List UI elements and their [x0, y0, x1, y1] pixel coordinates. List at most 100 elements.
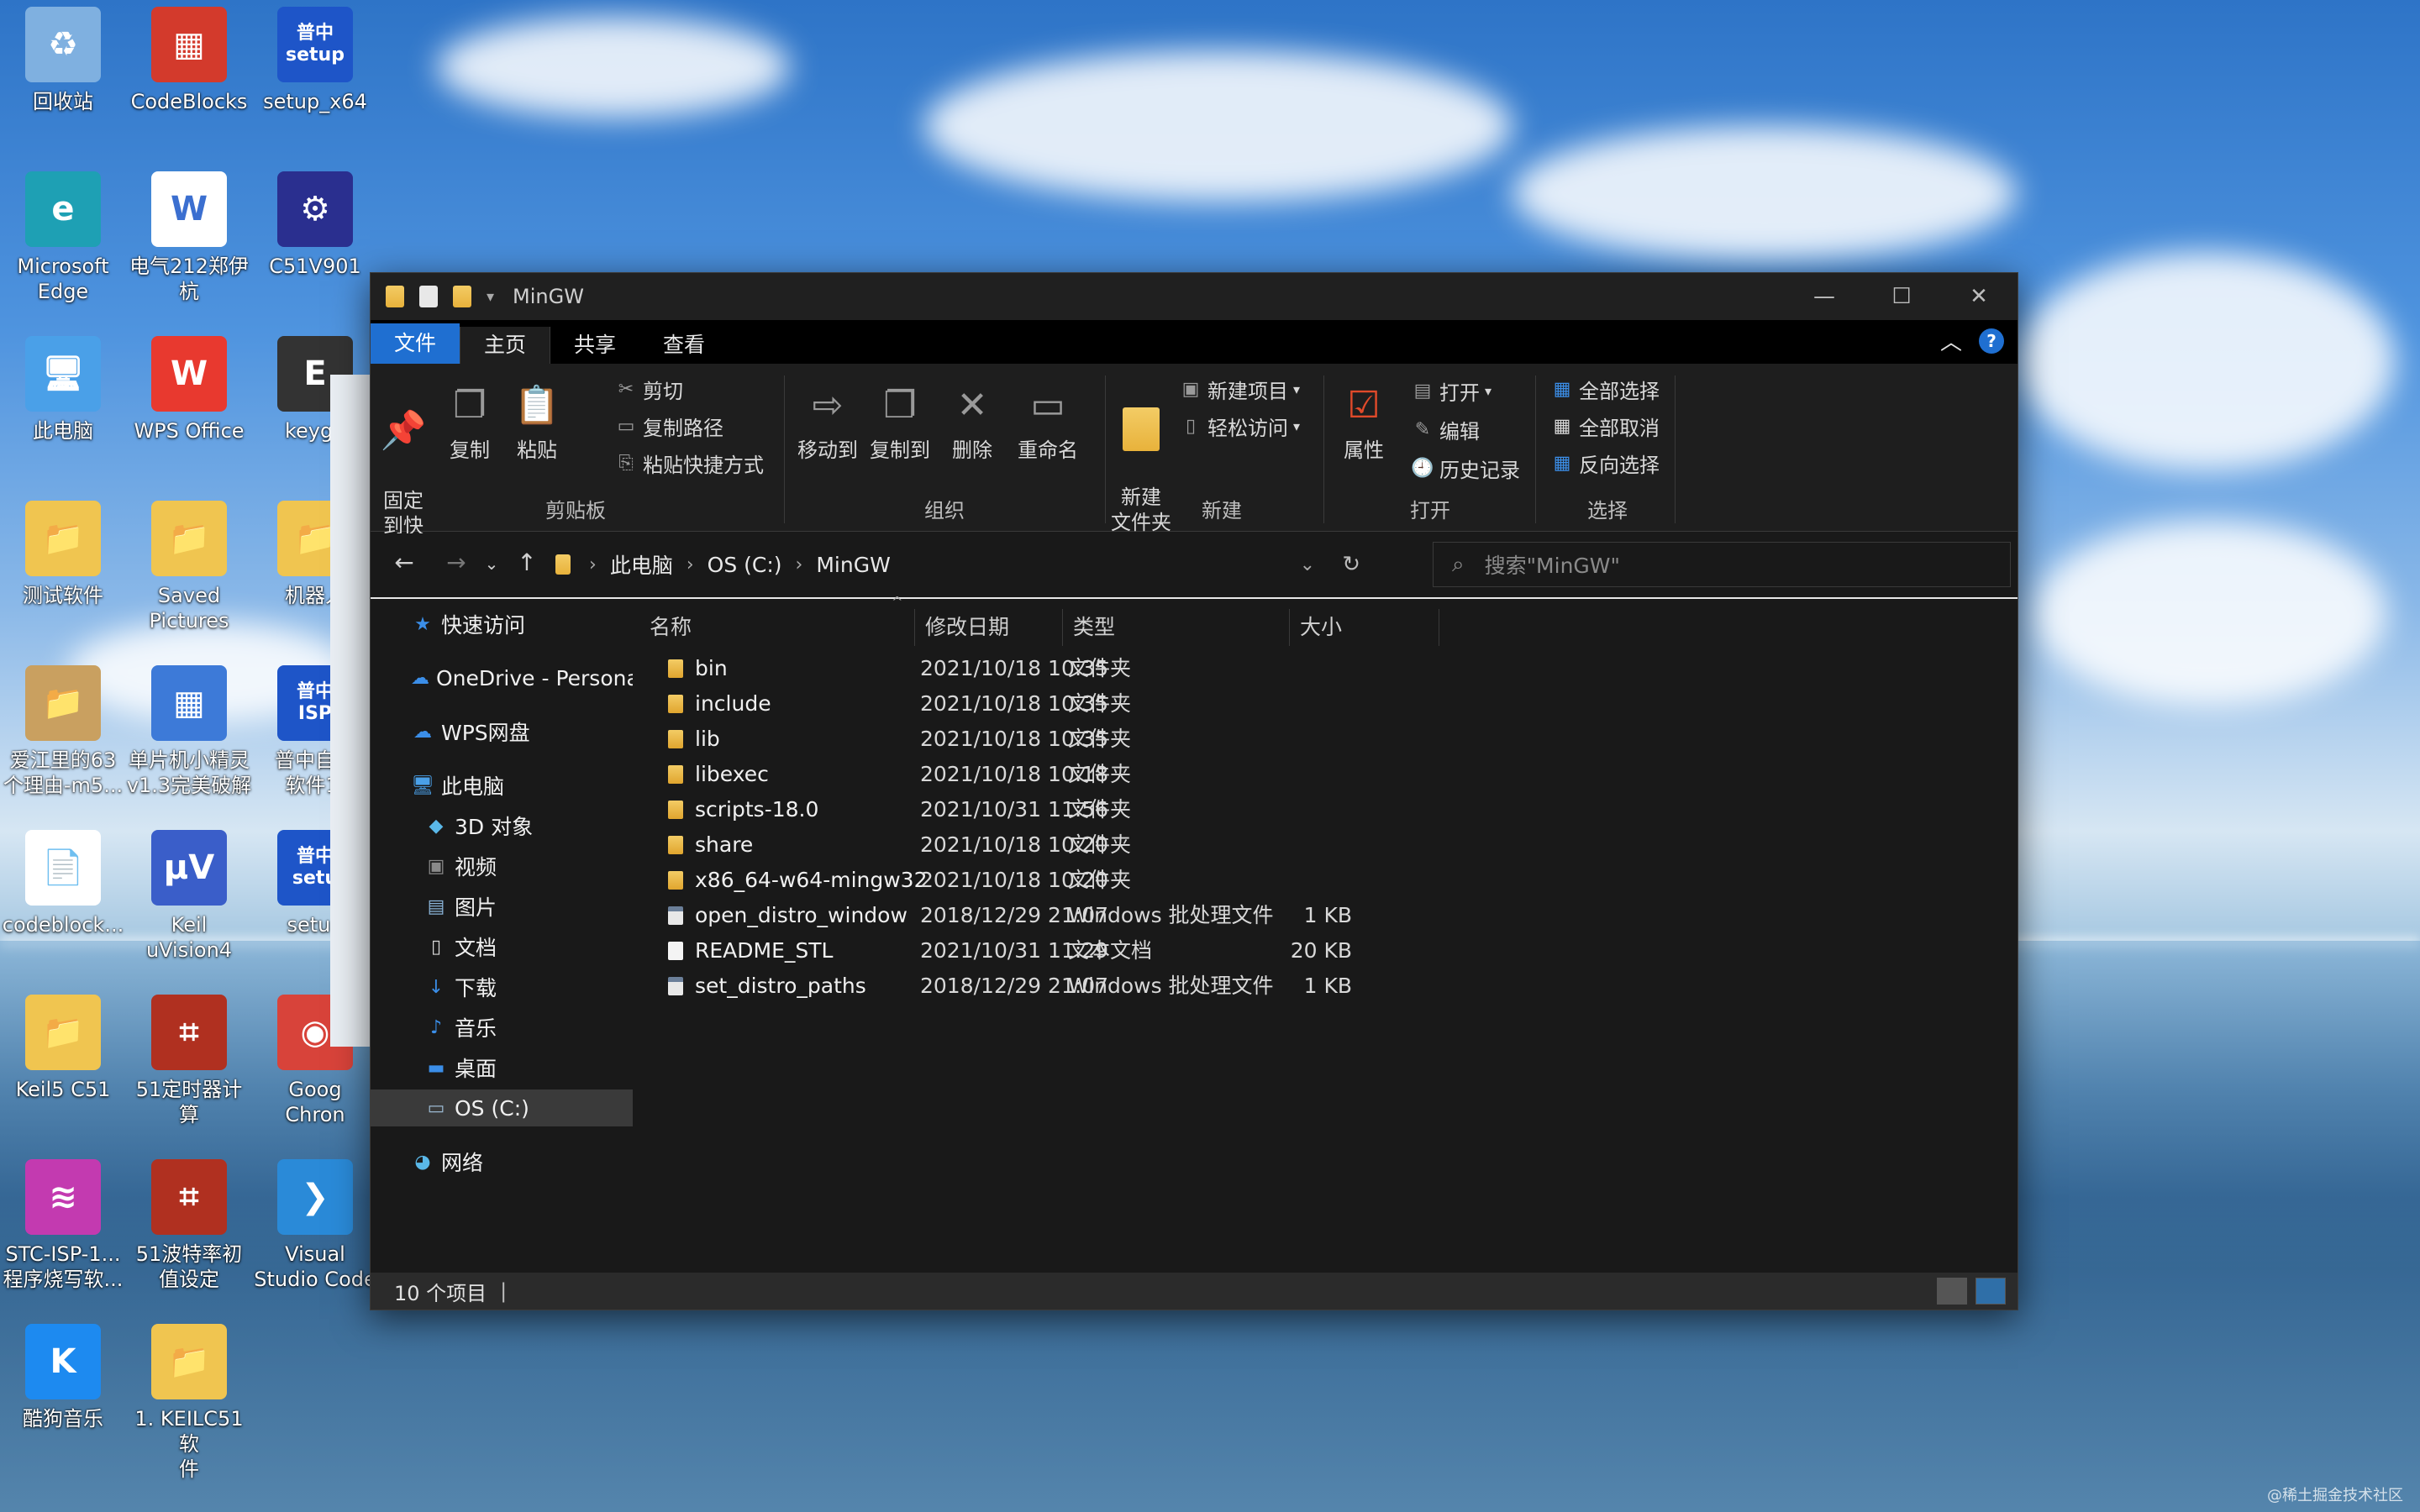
column-header-type[interactable]: 类型 — [1063, 609, 1290, 646]
file-row[interactable]: share 2021/10/18 10:20 文件夹 — [663, 827, 1839, 863]
forward-arrow-icon[interactable]: → — [439, 549, 473, 576]
desktop-icon[interactable]: K 酷狗音乐 — [0, 1324, 126, 1483]
rename-button[interactable]: ▭ 重命名 — [1014, 374, 1081, 463]
file-row[interactable]: x86_64-w64-mingw32 2021/10/18 10:20 文件夹 — [663, 863, 1839, 898]
refresh-icon[interactable]: ↻ — [1342, 552, 1360, 577]
tab-home[interactable]: 主页 — [460, 327, 551, 364]
open-button[interactable]: ▤ 打开 ▾ — [1411, 374, 1491, 407]
move-to-button[interactable]: ⇨ 移动到 — [796, 374, 860, 463]
desktop-icon[interactable]: e Microsoft Edge — [0, 171, 126, 331]
file-row[interactable]: include 2021/10/18 10:35 文件夹 — [663, 686, 1839, 722]
tab-share[interactable]: 共享 — [550, 327, 639, 364]
desktop-icon[interactable]: μV Keil uVision4 — [126, 830, 252, 990]
customize-toolbar-icon[interactable]: ▾ — [487, 288, 494, 306]
title-bar[interactable]: ▾ MinGW — ☐ ✕ — [371, 273, 2018, 320]
help-icon[interactable]: ? — [1979, 328, 2004, 354]
paste-button[interactable]: 📋 粘贴 — [512, 374, 562, 463]
desktop-icon[interactable]: ♻ 回收站 — [0, 7, 126, 166]
back-arrow-icon[interactable]: ← — [387, 549, 421, 576]
paste-shortcut-button[interactable]: ⎘ 粘贴快捷方式 — [614, 446, 764, 480]
column-header-size[interactable]: 大小 — [1290, 609, 1439, 646]
select-none-button[interactable]: ▦ 全部取消 — [1550, 409, 1660, 443]
chevron-right-icon[interactable]: › — [796, 554, 803, 575]
desktop-icon[interactable]: 🖥 此电脑 — [0, 336, 126, 496]
file-row[interactable]: set_distro_paths 2018/12/29 21:07 Windows … — [663, 969, 1839, 1004]
nav-item[interactable]: ♪ 音乐 — [371, 1009, 633, 1046]
file-row[interactable]: lib 2021/10/18 10:35 文件夹 — [663, 722, 1839, 757]
column-header-name[interactable]: 名称 — [639, 609, 915, 646]
nav-item[interactable]: ☁ OneDrive - Persona — [371, 659, 633, 696]
invert-selection-button[interactable]: ▦ 反向选择 — [1550, 446, 1660, 480]
desktop-icon[interactable]: 📁 Keil5 C51 — [0, 995, 126, 1154]
edit-button[interactable]: ✎ 编辑 — [1411, 412, 1480, 446]
file-row[interactable]: scripts-18.0 2021/10/31 11:56 文件夹 — [663, 792, 1839, 827]
desktop-icon[interactable]: 📁 爱江里的63 个理由-m5... — [0, 665, 126, 825]
copy-path-button[interactable]: ▭ 复制路径 — [614, 409, 723, 443]
nav-item[interactable]: ◆ 3D 对象 — [371, 807, 633, 844]
recent-locations-chevron-icon[interactable]: ⌄ — [475, 554, 508, 574]
desktop-icon[interactable]: 📁 Saved Pictures — [126, 501, 252, 660]
breadcrumb-this-pc[interactable]: 此电脑 — [610, 549, 673, 580]
properties-button[interactable]: ☑ 属性 — [1339, 374, 1389, 463]
nav-item[interactable]: ▤ 图片 — [371, 888, 633, 925]
desktop-icon[interactable]: 📁 测试软件 — [0, 501, 126, 660]
copy-button[interactable]: ❐ 复制 — [445, 374, 495, 463]
nav-item[interactable]: ▣ 视频 — [371, 848, 633, 885]
desktop-icon[interactable]: ❯ Visual Studio Code — [252, 1159, 378, 1319]
large-icons-view-button[interactable] — [1975, 1278, 2006, 1305]
up-arrow-icon[interactable]: ↑ — [510, 549, 544, 576]
tab-view[interactable]: 查看 — [639, 327, 729, 364]
desktop-icon[interactable]: ▦ 单片机小精灵 v1.3完美破解 — [126, 665, 252, 825]
address-dropdown-chevron-icon[interactable]: ⌄ — [1300, 554, 1315, 575]
desktop-icon[interactable]: 普中 setup setup_x64 — [252, 7, 378, 166]
close-button[interactable]: ✕ — [1940, 273, 2018, 320]
delete-button[interactable]: ✕ 删除 — [947, 374, 997, 463]
nav-item[interactable]: ☁ WPS网盘 — [371, 713, 633, 750]
desktop-icon[interactable]: ▦ CodeBlocks — [126, 7, 252, 166]
nav-item[interactable]: ▯ 文档 — [371, 928, 633, 965]
select-all-button[interactable]: ▦ 全部选择 — [1550, 372, 1660, 406]
desktop-icon[interactable]: ⚙ C51V901 — [252, 171, 378, 331]
easy-access-button[interactable]: ▯ 轻松访问 ▾ — [1179, 409, 1300, 443]
copy-path-icon: ▭ — [617, 415, 635, 437]
nav-item[interactable]: ◕ 网络 — [371, 1143, 633, 1180]
file-row[interactable]: libexec 2021/10/18 10:18 文件夹 — [663, 757, 1839, 792]
background-window[interactable] — [330, 375, 374, 1047]
desktop-icon[interactable]: ⌗ 51定时器计 算 — [126, 995, 252, 1154]
status-divider: | — [500, 1279, 508, 1303]
new-item-button[interactable]: ▣ 新建项目 ▾ — [1179, 372, 1300, 406]
history-button[interactable]: 🕘 历史记录 — [1411, 451, 1520, 485]
breadcrumb-mingw[interactable]: MinGW — [816, 553, 890, 577]
tab-file[interactable]: 文件 — [371, 323, 460, 364]
desktop-icon[interactable]: 📄 codeblock... — [0, 830, 126, 990]
nav-item[interactable]: ★ 快速访问 — [371, 606, 633, 643]
file-row[interactable]: README_STL 2021/10/31 11:29 文本文档 20 KB — [663, 933, 1839, 969]
nav-item[interactable]: ▭ OS (C:) — [371, 1089, 633, 1126]
desktop-icon[interactable]: W WPS Office — [126, 336, 252, 496]
desktop-icon[interactable]: ⌗ 51波特率初 值设定 — [126, 1159, 252, 1319]
desktop-icon-label: 测试软件 — [23, 584, 103, 607]
search-box[interactable]: ⌕ 搜索"MinGW" — [1433, 542, 2011, 587]
breadcrumb-os-c[interactable]: OS (C:) — [708, 553, 782, 577]
file-row[interactable]: open_distro_window 2018/12/29 21:07 Window… — [663, 898, 1839, 933]
nav-item[interactable]: 🖥 此电脑 — [371, 767, 633, 804]
nav-item[interactable]: ▬ 桌面 — [371, 1049, 633, 1086]
details-view-button[interactable] — [1937, 1278, 1967, 1305]
file-row[interactable]: bin 2021/10/18 10:35 文件夹 — [663, 651, 1839, 686]
cut-button[interactable]: ✂ 剪切 — [614, 372, 683, 406]
properties-quick-icon[interactable] — [419, 286, 438, 307]
desktop-icon[interactable]: 📁 1. KEILC51软 件 — [126, 1324, 252, 1483]
chevron-right-icon[interactable]: › — [589, 554, 597, 575]
collapse-ribbon-icon[interactable]: ︿ — [1940, 325, 1962, 356]
chevron-right-icon[interactable]: › — [687, 554, 694, 575]
column-header-date[interactable]: 修改日期 — [915, 609, 1063, 646]
nav-item[interactable]: ↓ 下载 — [371, 969, 633, 1005]
maximize-button[interactable]: ☐ — [1863, 273, 1940, 320]
copy-to-button[interactable]: ❐ 复制到 — [868, 374, 932, 463]
new-folder-quick-icon[interactable] — [453, 286, 471, 307]
desktop-icon[interactable]: ≋ STC-ISP-1... 程序烧写软... — [0, 1159, 126, 1319]
quick-access-toolbar: ▾ — [371, 286, 494, 307]
minimize-button[interactable]: — — [1786, 273, 1863, 320]
desktop-icon[interactable]: W 电气212郑伊 杭 — [126, 171, 252, 331]
address-bar[interactable]: › 此电脑 › OS (C:) › MinGW ⌄ ↻ — [549, 542, 1369, 587]
